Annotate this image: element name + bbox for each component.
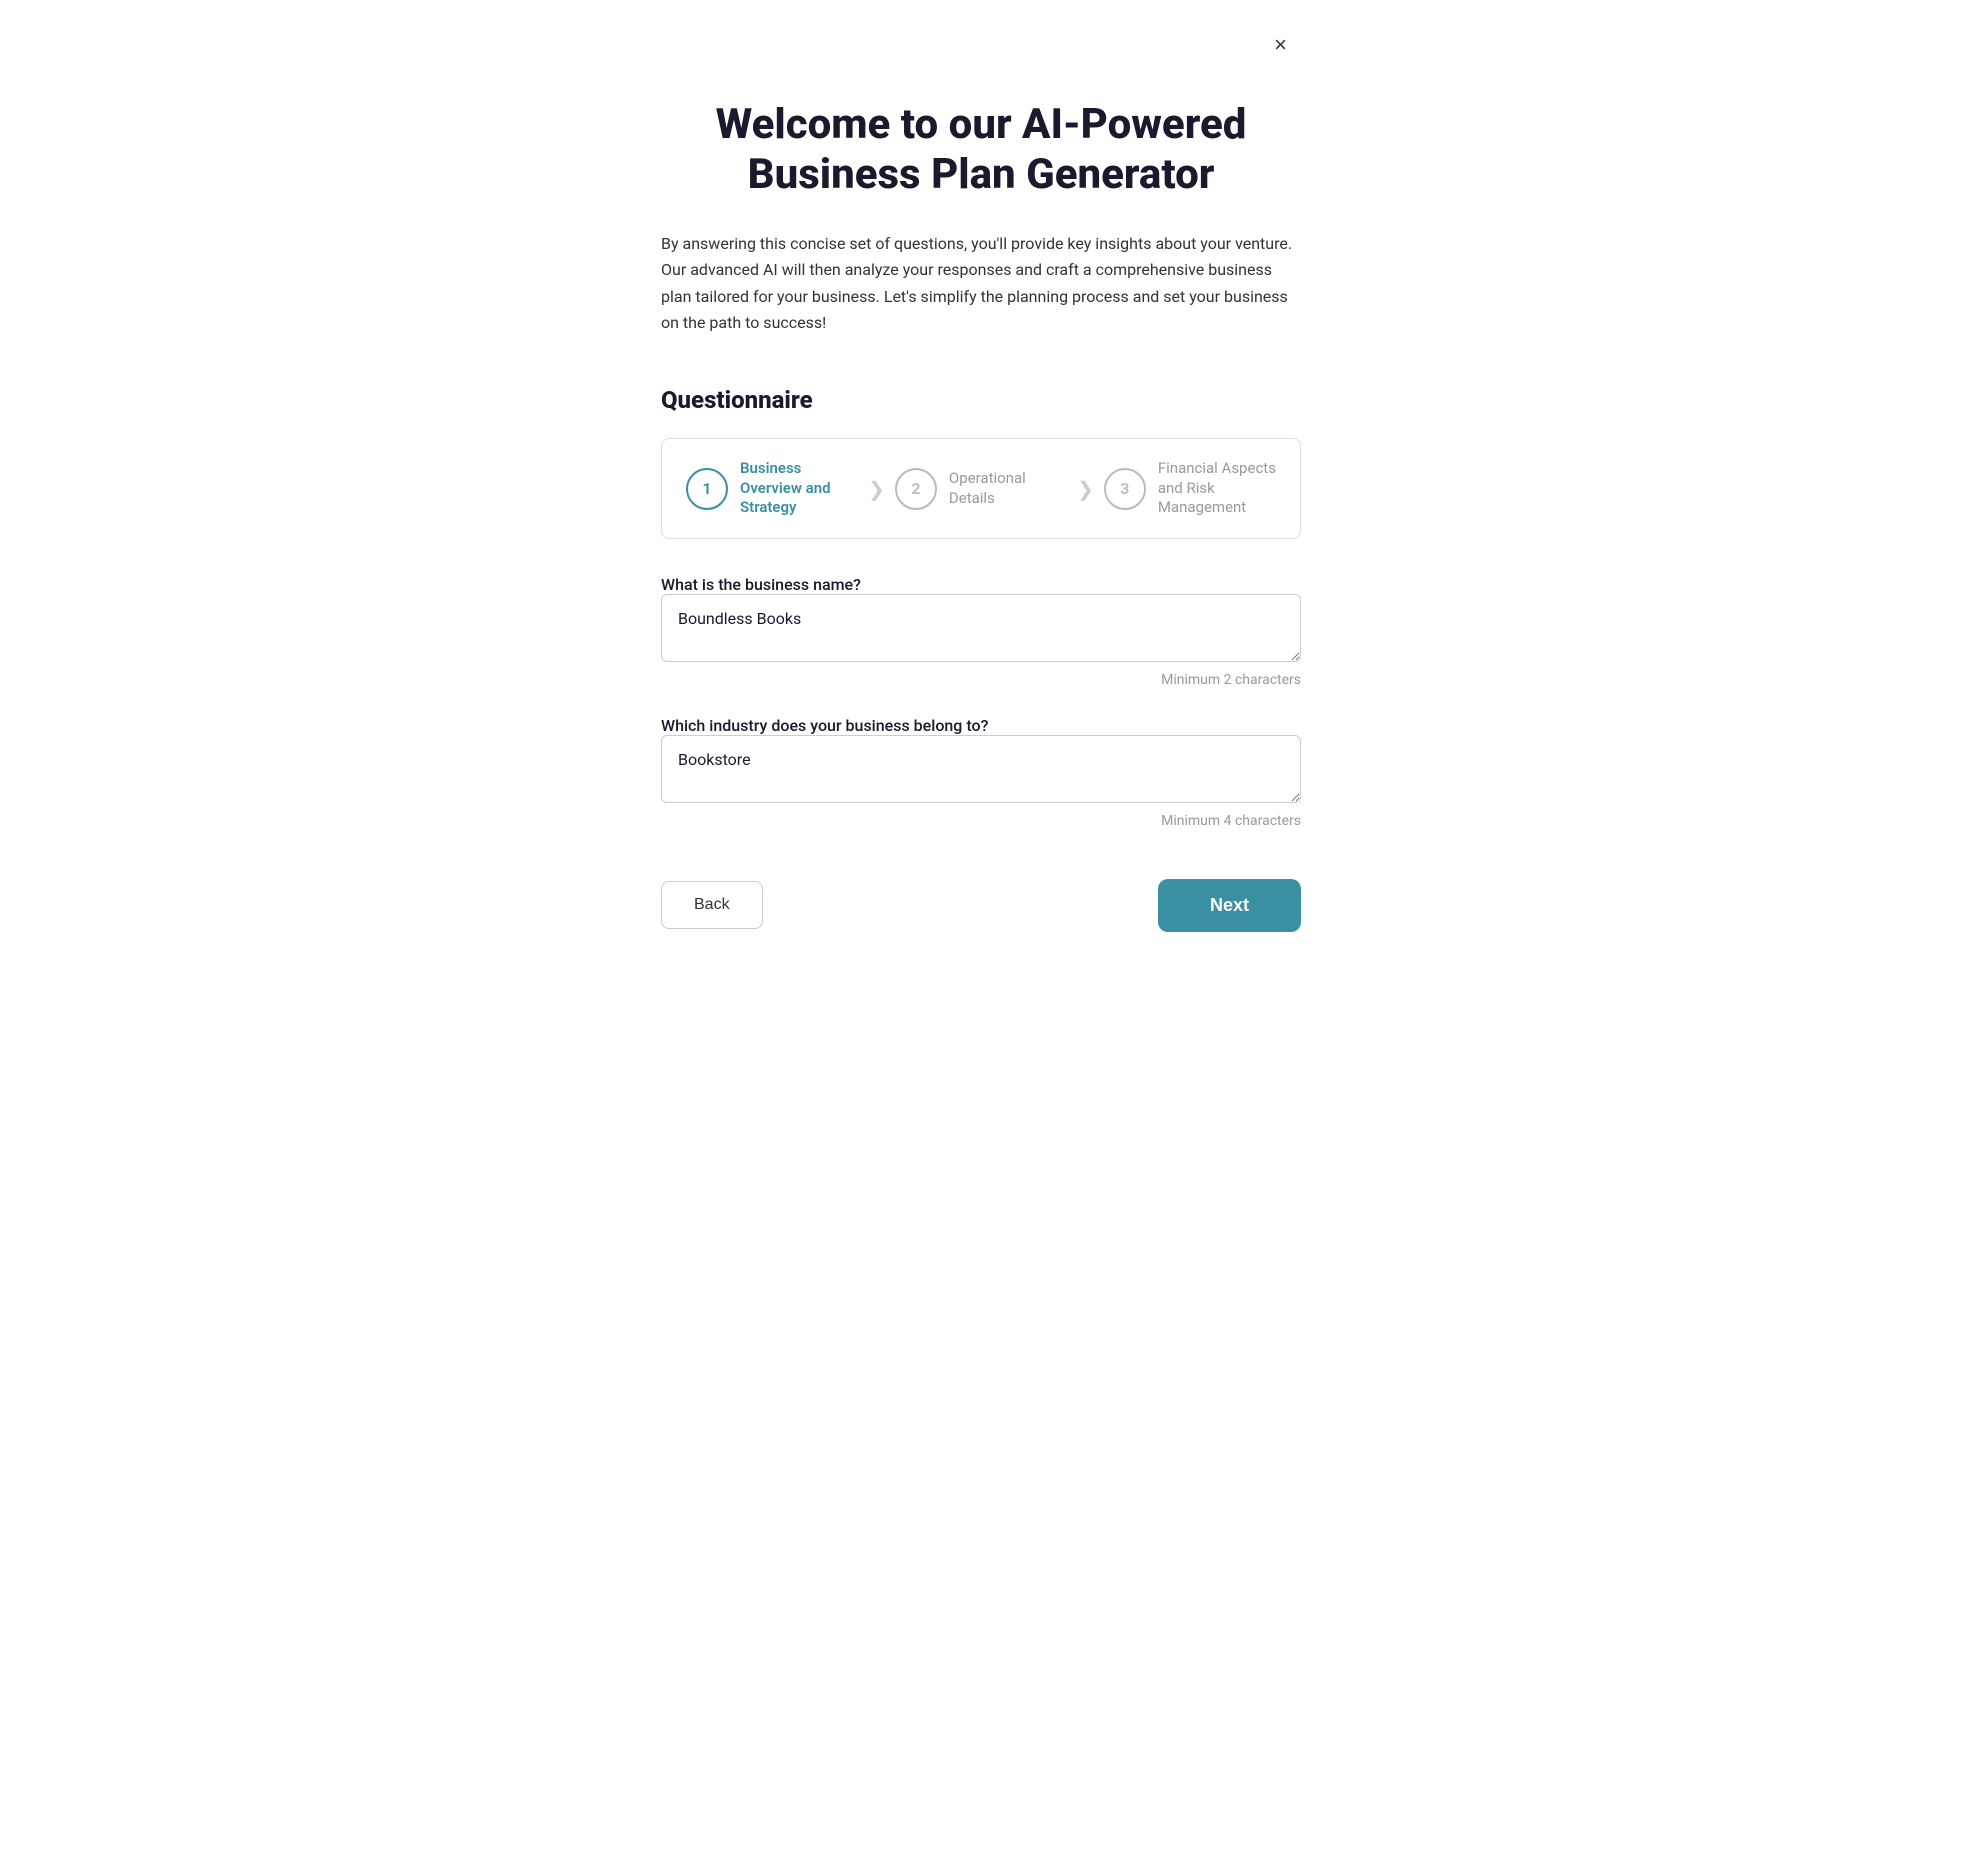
step-1-circle: 1 — [686, 468, 728, 510]
step-2-label: Operational Details — [949, 469, 1067, 508]
step-2-circle: 2 — [895, 468, 937, 510]
page-container: × Welcome to our AI-Powered Business Pla… — [641, 0, 1321, 992]
step-3-circle: 3 — [1104, 468, 1146, 510]
industry-label: Which industry does your business belong… — [661, 716, 988, 735]
back-button[interactable]: Back — [661, 881, 763, 929]
step-arrow-2: ❯ — [1077, 477, 1094, 501]
step-1[interactable]: 1 Business Overview and Strategy — [686, 459, 858, 518]
page-title: Welcome to our AI-Powered Business Plan … — [661, 100, 1301, 201]
footer-buttons: Back Next — [661, 879, 1301, 932]
step-3[interactable]: 3 Financial Aspects and Risk Management — [1104, 459, 1276, 518]
step-1-label: Business Overview and Strategy — [740, 459, 858, 518]
step-arrow-1: ❯ — [868, 477, 885, 501]
description-text: By answering this concise set of questio… — [661, 231, 1301, 337]
industry-field-group: Which industry does your business belong… — [661, 716, 1301, 829]
step-2[interactable]: 2 Operational Details — [895, 468, 1067, 510]
industry-input[interactable]: Bookstore — [661, 735, 1301, 803]
stepper: 1 Business Overview and Strategy ❯ 2 Ope… — [661, 438, 1301, 539]
business-name-label: What is the business name? — [661, 575, 861, 594]
business-name-field-group: What is the business name? Boundless Boo… — [661, 575, 1301, 688]
business-name-hint: Minimum 2 characters — [661, 672, 1301, 688]
questionnaire-title: Questionnaire — [661, 386, 1301, 414]
close-button[interactable]: × — [1270, 30, 1291, 60]
industry-hint: Minimum 4 characters — [661, 813, 1301, 829]
business-name-input[interactable]: Boundless Books — [661, 594, 1301, 662]
next-button[interactable]: Next — [1158, 879, 1301, 932]
step-3-label: Financial Aspects and Risk Management — [1158, 459, 1276, 518]
